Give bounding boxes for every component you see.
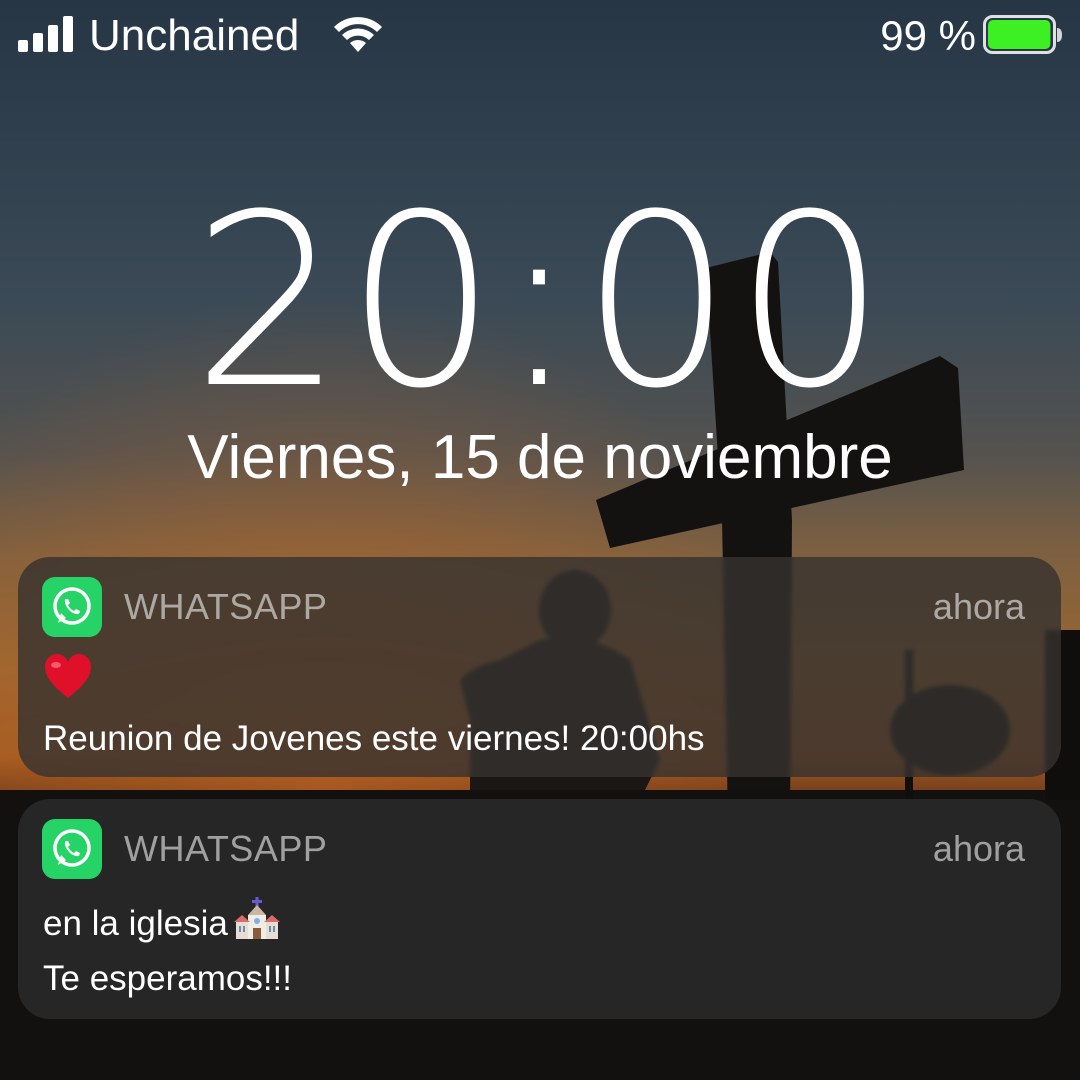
notification-app-name: WHATSAPP	[124, 586, 328, 627]
wifi-icon	[334, 17, 382, 52]
whatsapp-icon	[42, 577, 102, 637]
cellular-signal-icon	[18, 16, 73, 52]
carrier-name: Unchained	[89, 11, 300, 60]
lock-screen-date: Viernes, 15 de noviembre	[187, 423, 893, 492]
notification-message-text: en la iglesia	[43, 904, 228, 943]
notification-message-line: en la iglesia	[43, 897, 280, 946]
battery-icon	[983, 15, 1062, 54]
whatsapp-icon	[42, 819, 102, 879]
lock-screen-time: 20:00	[192, 164, 888, 441]
heart-emoji	[45, 654, 91, 698]
notification-card[interactable]: WHATSAPP ahora en la iglesia Te esperamo…	[18, 799, 1061, 1019]
notification-card[interactable]: WHATSAPP ahora Reunion de Jovenes este v…	[18, 557, 1061, 777]
notification-message-line: Te esperamos!!!	[43, 959, 292, 998]
battery-percentage: 99 %	[880, 12, 976, 59]
church-emoji	[233, 897, 280, 939]
notification-time: ahora	[932, 586, 1025, 627]
notification-message: Reunion de Jovenes este viernes! 20:00hs	[43, 719, 705, 758]
notification-time: ahora	[932, 828, 1025, 869]
status-bar: Unchained 99 %	[0, 0, 1080, 75]
notification-app-name: WHATSAPP	[124, 828, 328, 869]
